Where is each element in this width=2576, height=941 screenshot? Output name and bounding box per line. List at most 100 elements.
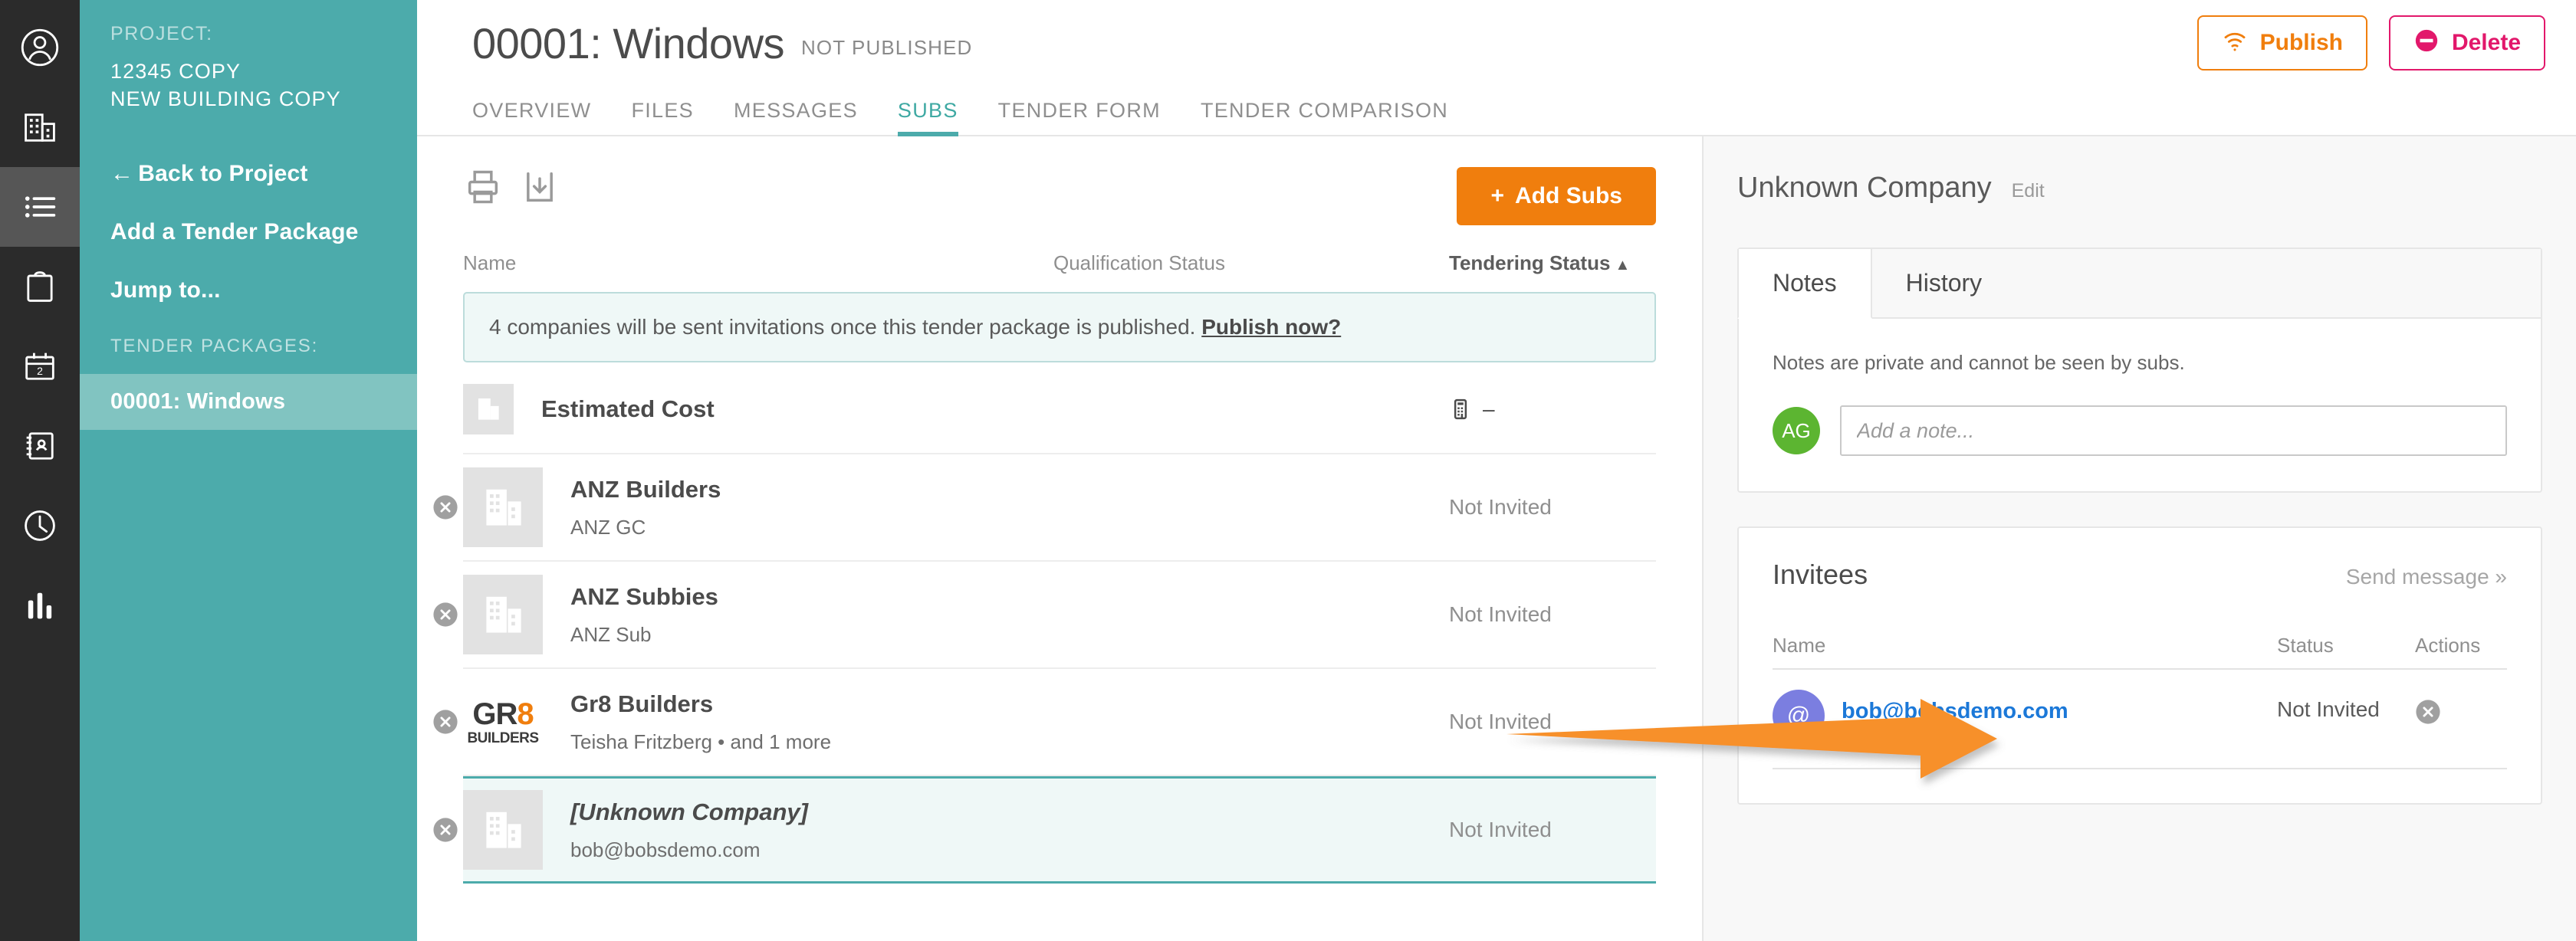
company-detail-title: Unknown Company [1737, 172, 1992, 204]
sidebar-item-back-to-project[interactable]: ← Back to Project [80, 161, 417, 187]
remove-row-icon[interactable] [432, 602, 458, 628]
remove-row-icon[interactable] [432, 709, 458, 735]
table-row[interactable]: [Unknown Company] bob@bobsdemo.com Not I… [433, 776, 1656, 884]
estimated-cost-value-cell: – [1449, 397, 1656, 421]
sidebar-project-name: NEW BUILDING COPY [110, 87, 341, 111]
calculator-icon [1449, 398, 1472, 421]
row-tendering-status: Not Invited [1449, 495, 1552, 519]
row-company-name: Gr8 Builders [570, 690, 714, 717]
company-detail-header: Unknown Company Edit [1737, 172, 2542, 205]
company-icon [20, 107, 60, 147]
rail-item-profile[interactable] [0, 8, 80, 87]
remove-invitee-icon[interactable] [2415, 700, 2441, 728]
rail-item-timesheets[interactable] [0, 486, 80, 566]
row-company-subtitle: ANZ GC [570, 515, 646, 539]
clipboard-icon [20, 267, 60, 307]
tab-overview[interactable]: OVERVIEW [472, 99, 591, 136]
calendar-icon: 2 [20, 346, 60, 386]
notes-card: Notes History Notes are private and cann… [1737, 248, 2542, 493]
broadcast-icon [2222, 28, 2248, 58]
publish-button[interactable]: Publish [2196, 15, 2367, 70]
page-title: 00001: Windows [472, 18, 785, 67]
invitees-column-name: Name [1773, 634, 1826, 657]
row-company-name: [Unknown Company] [570, 798, 808, 825]
rail-item-reports[interactable] [0, 566, 80, 645]
invitees-title: Invitees [1773, 559, 1868, 590]
remove-row-icon[interactable] [432, 494, 458, 520]
main-area: 00001: Windows NOT PUBLISHED Publish Del… [417, 0, 2576, 941]
publish-notice-text: 4 companies will be sent invitations onc… [489, 315, 1196, 339]
sidebar-tender-packages-label: TENDER PACKAGES: [110, 335, 319, 356]
page-tabs: OVERVIEW FILES MESSAGES SUBS TENDER FORM… [417, 86, 2576, 136]
tab-tender-form[interactable]: TENDER FORM [998, 99, 1161, 136]
rail-item-tender-packages[interactable] [0, 167, 80, 247]
row-company-subtitle: bob@bobsdemo.com [570, 838, 761, 861]
chart-icon [20, 585, 60, 625]
page-header: 00001: Windows NOT PUBLISHED Publish Del… [417, 0, 2576, 86]
table-row[interactable]: ANZ Builders ANZ GC Not Invited [433, 454, 1656, 562]
add-subs-button[interactable]: + Add Subs [1457, 167, 1656, 225]
contacts-icon [20, 426, 60, 466]
delete-button-label: Delete [2451, 30, 2521, 55]
row-company-subtitle: Teisha Fritzberg • and 1 more [570, 730, 832, 753]
tab-messages[interactable]: MESSAGES [734, 99, 858, 136]
building-placeholder-icon [463, 467, 543, 547]
building-placeholder-icon [463, 575, 543, 654]
row-tendering-status: Not Invited [1449, 602, 1552, 626]
add-note-input[interactable] [1840, 405, 2507, 456]
tab-history[interactable]: History [1872, 249, 2018, 317]
invitees-card: Invitees Send message » Name Status Acti… [1737, 526, 2542, 805]
invitees-column-headers: Name Status Actions [1773, 634, 2507, 670]
sidebar-item-label: Back to Project [138, 160, 308, 186]
invitee-email[interactable]: bob@bobsdemo.com [1842, 690, 2277, 724]
header-actions: Publish Delete [2196, 15, 2545, 70]
estimated-cost-value: – [1483, 397, 1495, 421]
print-icon[interactable] [463, 167, 503, 207]
avatar: AG [1773, 407, 1820, 454]
invitee-avatar: @ [1773, 690, 1825, 742]
tab-subs[interactable]: SUBS [897, 99, 958, 136]
sidebar-project-number: 12345 COPY [110, 60, 242, 83]
subs-column-headers: Name Qualification Status Tendering Stat… [463, 241, 1656, 292]
send-message-link[interactable]: Send message » [2346, 565, 2507, 589]
edit-company-link[interactable]: Edit [2012, 180, 2045, 202]
subs-list-panel: + Add Subs Name Qualification Status Ten… [417, 136, 1702, 941]
table-row[interactable]: ANZ Subbies ANZ Sub Not Invited [433, 562, 1656, 669]
tab-files[interactable]: FILES [631, 99, 694, 136]
publish-notice: 4 companies will be sent invitations onc… [463, 292, 1656, 362]
add-subs-label: Add Subs [1515, 183, 1622, 208]
row-tendering-status: Not Invited [1449, 710, 1552, 733]
column-header-tendering[interactable]: Tendering Status ▲ [1449, 251, 1656, 275]
publish-button-label: Publish [2259, 30, 2343, 55]
column-header-tendering-label: Tendering Status [1449, 251, 1611, 274]
delete-button[interactable]: Delete [2388, 15, 2545, 70]
invitee-status: Not Invited [2277, 697, 2380, 721]
sidebar-links: ← Back to Project Add a Tender Package Ju… [80, 161, 417, 303]
rail-item-company[interactable] [0, 87, 80, 167]
tab-notes[interactable]: Notes [1737, 249, 1872, 319]
profile-icon [20, 28, 60, 67]
notes-privacy-hint: Notes are private and cannot be seen by … [1773, 351, 2185, 374]
rail-item-calendar[interactable]: 2 [0, 326, 80, 406]
content-body: + Add Subs Name Qualification Status Ten… [417, 136, 2576, 941]
svg-text:2: 2 [37, 365, 43, 377]
no-entry-icon [2413, 28, 2440, 58]
invitee-row: @ bob@bobsdemo.com Not Invited [1773, 670, 2507, 769]
sort-asc-icon: ▲ [1615, 257, 1631, 274]
sidebar-package-00001-windows[interactable]: 00001: Windows [80, 373, 417, 430]
rail-item-contacts[interactable] [0, 406, 80, 486]
list-icon [20, 187, 60, 227]
table-row[interactable]: GR8 BUILDERS Gr8 Builders Teisha Fritzbe… [433, 669, 1656, 776]
row-company-name: ANZ Subbies [570, 582, 718, 610]
sidebar-item-add-tender-package[interactable]: Add a Tender Package [80, 219, 417, 245]
rail-item-tasks[interactable] [0, 247, 80, 326]
tab-tender-comparison[interactable]: TENDER COMPARISON [1201, 99, 1448, 136]
publish-status-badge: NOT PUBLISHED [801, 35, 973, 59]
row-tendering-status: Not Invited [1449, 818, 1552, 841]
notes-history-tabs: Notes History [1737, 249, 2541, 319]
publish-now-link[interactable]: Publish now? [1201, 315, 1341, 339]
sidebar-item-jump-to[interactable]: Jump to... [80, 277, 417, 303]
download-icon[interactable] [520, 167, 560, 207]
icon-rail: 2 [0, 0, 80, 941]
remove-row-icon[interactable] [432, 817, 458, 843]
